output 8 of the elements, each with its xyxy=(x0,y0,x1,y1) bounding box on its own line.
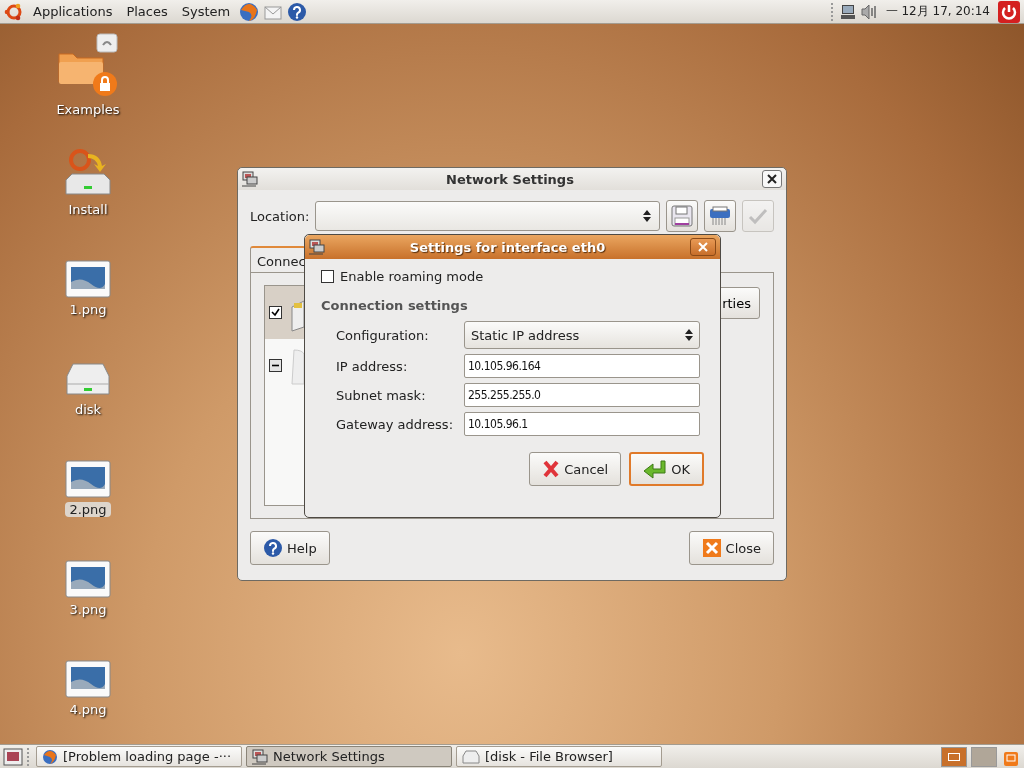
location-label: Location: xyxy=(250,208,310,224)
section-heading: Connection settings xyxy=(321,298,469,313)
field-label: Gateway address: xyxy=(336,416,454,432)
field-label: Subnet mask: xyxy=(336,387,427,403)
dialog-title: Settings for interface eth0 xyxy=(408,239,607,255)
field-label: IP address: xyxy=(336,358,409,374)
window-title: Network Settings xyxy=(445,171,575,187)
field-label: Configuration: xyxy=(336,327,430,343)
